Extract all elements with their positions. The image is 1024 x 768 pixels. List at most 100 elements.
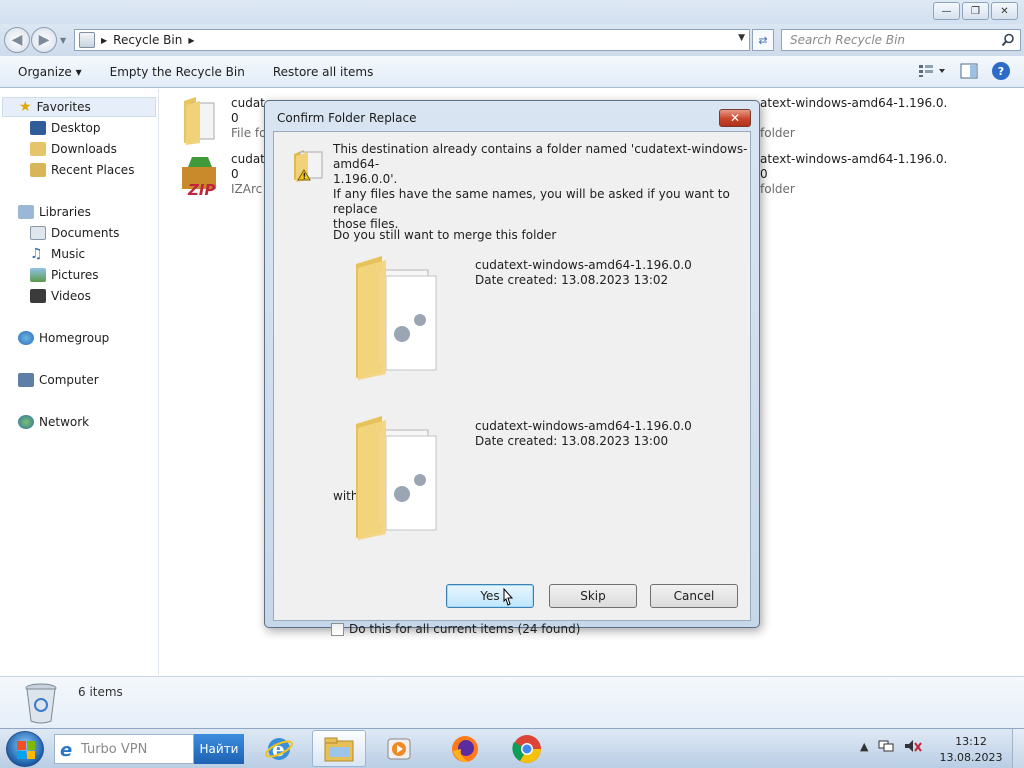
- nav-homegroup[interactable]: Homegroup: [18, 328, 109, 348]
- restore-all-items-button[interactable]: Restore all items: [273, 65, 374, 79]
- close-window-button[interactable]: ✕: [991, 2, 1018, 20]
- apply-to-all-label: Do this for all current items (24 found): [349, 622, 581, 636]
- nav-desktop[interactable]: Desktop: [30, 118, 101, 138]
- address-history-dropdown-icon[interactable]: ▼: [738, 33, 745, 43]
- taskbar-internet-explorer[interactable]: e: [252, 730, 306, 767]
- downloads-folder-icon: [30, 142, 46, 156]
- clock-date: 13.08.2023: [939, 751, 1003, 764]
- dialog-info: If any files have the same names, you wi…: [333, 187, 750, 232]
- start-button[interactable]: [6, 731, 44, 767]
- explorer-folder-icon: [324, 737, 354, 761]
- taskbar: e Turbo VPN Найти e ▲ 13:12 13.08.2023: [0, 728, 1024, 768]
- change-view-icon[interactable]: [918, 64, 946, 78]
- dialog-close-button[interactable]: ✕: [719, 109, 751, 127]
- address-row: ◀ ▶ ▼ ▶ Recycle Bin ▶ ▼ ⇄ Search Recycle…: [0, 24, 1024, 56]
- nav-downloads-label: Downloads: [51, 142, 117, 156]
- breadcrumb-chevron-icon[interactable]: ▶: [101, 36, 107, 45]
- nav-desktop-label: Desktop: [51, 121, 101, 135]
- recycle-bin-icon: [25, 683, 57, 724]
- search-placeholder: Search Recycle Bin: [790, 33, 906, 47]
- back-arrow-icon: ◀: [11, 32, 23, 48]
- vpn-placeholder: Turbo VPN: [81, 741, 148, 757]
- destination-folder-date: Date created: 13.08.2023 13:00: [475, 434, 669, 448]
- empty-recycle-bin-button[interactable]: Empty the Recycle Bin: [110, 65, 245, 79]
- cancel-button[interactable]: Cancel: [650, 584, 738, 608]
- breadcrumb-recycle-bin[interactable]: Recycle Bin: [113, 33, 182, 47]
- apply-to-all-option[interactable]: Do this for all current items (24 found): [331, 622, 580, 636]
- refresh-button[interactable]: ⇄: [752, 29, 774, 51]
- taskbar-firefox[interactable]: [438, 730, 492, 767]
- apply-to-all-checkbox[interactable]: [331, 622, 344, 636]
- nav-downloads[interactable]: Downloads: [30, 139, 117, 159]
- nav-recent-places[interactable]: Recent Places: [30, 160, 134, 180]
- recent-pages-dropdown-icon[interactable]: ▼: [60, 36, 66, 45]
- show-desktop-button[interactable]: [1012, 729, 1024, 768]
- nav-favorites[interactable]: ★ Favorites: [2, 97, 156, 117]
- back-button[interactable]: ◀: [4, 27, 30, 53]
- nav-music[interactable]: ♫ Music: [30, 244, 85, 264]
- item-count: 6 items: [78, 685, 123, 699]
- destination-folder-name: cudatext-windows-amd64-1.196.0.0: [475, 419, 692, 433]
- taskbar-media-player[interactable]: [372, 730, 426, 767]
- destination-folder-icon: [356, 416, 437, 540]
- taskbar-windows-explorer[interactable]: [312, 730, 366, 767]
- help-icon[interactable]: ?: [992, 62, 1010, 80]
- svg-text:!: !: [303, 172, 307, 181]
- toolbar-right-group: ?: [918, 62, 1010, 80]
- taskbar-chrome[interactable]: [500, 730, 554, 767]
- libraries-icon: [18, 205, 34, 219]
- videos-icon: [30, 289, 46, 303]
- mouse-pointer-icon: [503, 588, 514, 606]
- desktop-icon: [30, 121, 46, 135]
- refresh-icon: ⇄: [758, 33, 768, 47]
- nav-pictures[interactable]: Pictures: [30, 265, 99, 285]
- folder-icon: [184, 97, 215, 145]
- address-bar[interactable]: ▶ Recycle Bin ▶ ▼: [74, 29, 750, 51]
- command-toolbar: Organize ▾ Empty the Recycle Bin Restore…: [0, 56, 1024, 88]
- show-hidden-icons-icon[interactable]: ▲: [860, 740, 868, 753]
- preview-pane-icon[interactable]: [960, 63, 978, 79]
- search-icon[interactable]: [1001, 33, 1015, 47]
- nav-libraries-label: Libraries: [39, 205, 91, 219]
- list-item[interactable]: atext-windows-amd64-1.196.0. folder: [760, 96, 947, 141]
- destination-folder-info[interactable]: cudatext-windows-amd64-1.196.0.0 Date cr…: [475, 419, 692, 449]
- maximize-button[interactable]: ❐: [962, 2, 989, 20]
- nav-network[interactable]: Network: [18, 412, 89, 432]
- source-folder-icon: [356, 256, 437, 380]
- vpn-search-button[interactable]: Найти: [194, 734, 244, 764]
- breadcrumb-chevron-icon[interactable]: ▶: [188, 36, 194, 45]
- cancel-button-label: Cancel: [673, 589, 715, 603]
- system-clock[interactable]: 13:12 13.08.2023: [938, 734, 1004, 766]
- nav-computer-label: Computer: [39, 373, 99, 387]
- pictures-icon: [30, 268, 46, 282]
- skip-button[interactable]: Skip: [549, 584, 637, 608]
- source-folder-date: Date created: 13.08.2023 13:02: [475, 273, 669, 287]
- zip-archive-icon: ZIP: [182, 157, 216, 199]
- network-status-icon[interactable]: [878, 739, 894, 753]
- forward-arrow-icon: ▶: [38, 32, 50, 48]
- details-pane: 6 items: [0, 676, 1024, 728]
- skip-button-label: Skip: [580, 589, 606, 603]
- list-item[interactable]: atext-windows-amd64-1.196.0. 0 folder: [760, 152, 947, 197]
- forward-button[interactable]: ▶: [31, 27, 57, 53]
- search-input[interactable]: Search Recycle Bin: [781, 29, 1021, 51]
- source-folder-name: cudatext-windows-amd64-1.196.0.0: [475, 258, 692, 272]
- minimize-button[interactable]: —: [933, 2, 960, 20]
- source-folder-info[interactable]: cudatext-windows-amd64-1.196.0.0 Date cr…: [475, 258, 692, 288]
- ie-logo-icon: e: [60, 740, 73, 761]
- navigation-pane: ★ Favorites Desktop Downloads Recent Pla…: [0, 89, 159, 675]
- music-icon: ♫: [30, 246, 43, 262]
- yes-button[interactable]: Yes: [446, 584, 534, 608]
- volume-muted-icon[interactable]: [904, 739, 923, 753]
- window-controls: — ❐ ✕: [933, 2, 1018, 20]
- nav-libraries[interactable]: Libraries: [18, 202, 91, 222]
- nav-documents[interactable]: Documents: [30, 223, 119, 243]
- svg-text:ZIP: ZIP: [187, 181, 215, 199]
- documents-icon: [30, 226, 46, 240]
- file-type: folder: [760, 182, 795, 196]
- turbo-vpn-search-input[interactable]: e Turbo VPN: [54, 734, 194, 764]
- nav-videos[interactable]: Videos: [30, 286, 91, 306]
- organize-button[interactable]: Organize ▾: [18, 65, 82, 79]
- file-name: atext-windows-amd64-1.196.0.: [760, 152, 948, 166]
- nav-computer[interactable]: Computer: [18, 370, 99, 390]
